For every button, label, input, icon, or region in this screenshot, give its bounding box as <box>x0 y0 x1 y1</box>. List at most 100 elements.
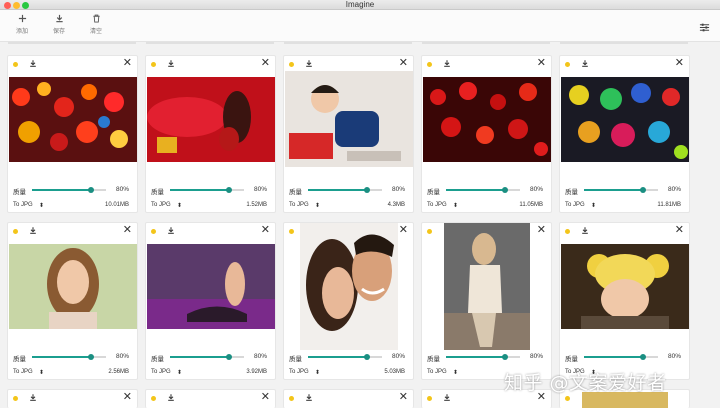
download-icon[interactable] <box>167 393 175 402</box>
settings-button[interactable] <box>699 20 710 38</box>
status-dot <box>565 62 570 67</box>
select-arrow-icon[interactable]: ⬍ <box>177 369 182 376</box>
select-arrow-icon[interactable]: ⬍ <box>177 202 182 209</box>
download-icon[interactable] <box>581 226 589 235</box>
select-arrow-icon[interactable]: ⬍ <box>315 202 320 209</box>
download-icon[interactable] <box>443 393 451 402</box>
image-card[interactable]: ✕ 质量 80% To JPG ⬍ 4.3MB <box>283 55 414 213</box>
download-icon[interactable] <box>29 59 37 68</box>
quality-slider[interactable] <box>308 186 382 193</box>
format-select[interactable]: To JPG <box>565 202 585 208</box>
slider-knob[interactable] <box>88 186 95 193</box>
quality-label: 质量 <box>289 189 302 196</box>
format-select[interactable]: To JPG <box>151 202 171 208</box>
close-icon[interactable]: ✕ <box>123 391 132 403</box>
close-icon[interactable]: ✕ <box>261 224 270 236</box>
quality-slider[interactable] <box>32 186 106 193</box>
download-icon[interactable] <box>167 59 175 68</box>
quality-slider[interactable] <box>170 186 244 193</box>
quality-label: 质量 <box>151 356 164 363</box>
close-icon[interactable]: ✕ <box>537 224 546 236</box>
quality-value: 80% <box>667 186 681 193</box>
format-select[interactable]: To JPG <box>13 202 33 208</box>
format-select[interactable]: To JPG <box>13 369 33 375</box>
select-arrow-icon[interactable]: ⬍ <box>453 369 458 376</box>
quality-value: 80% <box>529 186 543 193</box>
image-card[interactable]: ✕ <box>7 389 138 408</box>
slider-knob[interactable] <box>502 353 509 360</box>
image-card[interactable]: ✕ 质量 80% To JPG ⬍ 2.56MB <box>7 222 138 380</box>
close-icon[interactable]: ✕ <box>123 57 132 69</box>
select-arrow-icon[interactable]: ⬍ <box>39 369 44 376</box>
image-card[interactable]: ✕ 质量 80% To JPG ⬍ <box>559 222 690 380</box>
image-card[interactable]: ✕ <box>283 389 414 408</box>
quality-value: 80% <box>391 353 405 360</box>
select-arrow-icon[interactable]: ⬍ <box>453 202 458 209</box>
download-icon[interactable] <box>305 59 313 68</box>
image-card[interactable]: ✕ 质量 80% To JPG ⬍ <box>421 222 552 380</box>
add-button[interactable]: 添加 <box>8 14 36 35</box>
download-icon[interactable] <box>305 393 313 402</box>
close-icon[interactable]: ✕ <box>261 391 270 403</box>
image-card[interactable]: ✕ 质量 80% To JPG ⬍ 1.52MB <box>145 55 276 213</box>
download-icon[interactable] <box>29 393 37 402</box>
quality-slider[interactable] <box>32 353 106 360</box>
image-thumbnail <box>9 244 137 329</box>
quality-label: 质量 <box>427 189 440 196</box>
status-dot <box>427 396 432 401</box>
save-button[interactable]: 保存 <box>45 14 73 35</box>
format-select[interactable]: To JPG <box>427 202 447 208</box>
format-select[interactable]: To JPG <box>151 369 171 375</box>
close-icon[interactable]: ✕ <box>399 224 408 236</box>
close-icon[interactable]: ✕ <box>399 57 408 69</box>
slider-knob[interactable] <box>226 353 233 360</box>
select-arrow-icon[interactable]: ⬍ <box>591 202 596 209</box>
quality-slider[interactable] <box>584 353 658 360</box>
slider-knob[interactable] <box>640 353 647 360</box>
slider-knob[interactable] <box>364 186 371 193</box>
download-icon[interactable] <box>29 226 37 235</box>
close-icon[interactable]: ✕ <box>399 391 408 403</box>
slider-knob[interactable] <box>364 353 371 360</box>
download-icon[interactable] <box>167 226 175 235</box>
image-card[interactable]: ✕ 质量 80% To JPG ⬍ 11.81MB <box>559 55 690 213</box>
close-icon[interactable]: ✕ <box>537 57 546 69</box>
close-icon[interactable]: ✕ <box>675 57 684 69</box>
image-card[interactable]: ✕ 质量 80% To JPG ⬍ 10.01MB <box>7 55 138 213</box>
slider-knob[interactable] <box>640 186 647 193</box>
format-select[interactable]: To JPG <box>427 369 447 375</box>
image-thumbnail <box>9 77 137 162</box>
quality-slider[interactable] <box>308 353 382 360</box>
quality-slider[interactable] <box>446 353 520 360</box>
quality-value: 80% <box>253 353 267 360</box>
image-thumbnail <box>300 223 398 350</box>
quality-slider[interactable] <box>446 186 520 193</box>
close-icon[interactable]: ✕ <box>261 57 270 69</box>
image-thumbnail <box>561 244 689 329</box>
quality-slider[interactable] <box>170 353 244 360</box>
close-icon[interactable]: ✕ <box>675 224 684 236</box>
select-arrow-icon[interactable]: ⬍ <box>39 202 44 209</box>
quality-label: 质量 <box>565 356 578 363</box>
slider-knob[interactable] <box>88 353 95 360</box>
image-card[interactable]: ✕ 质量 80% To JPG ⬍ 5.03MB <box>283 222 414 380</box>
download-icon[interactable] <box>443 59 451 68</box>
image-thumbnail <box>423 77 551 162</box>
image-card[interactable]: ✕ 质量 80% To JPG ⬍ 11.05MB <box>421 55 552 213</box>
image-card[interactable]: ✕ <box>145 389 276 408</box>
format-select[interactable]: To JPG <box>289 369 309 375</box>
clear-button[interactable]: 清空 <box>82 14 110 35</box>
file-size: 3.92MB <box>246 369 267 375</box>
select-arrow-icon[interactable]: ⬍ <box>315 369 320 376</box>
quality-value: 80% <box>253 186 267 193</box>
image-thumbnail <box>147 244 275 329</box>
status-dot <box>151 396 156 401</box>
download-icon[interactable] <box>581 59 589 68</box>
close-icon[interactable]: ✕ <box>123 224 132 236</box>
format-select[interactable]: To JPG <box>289 202 309 208</box>
slider-knob[interactable] <box>226 186 233 193</box>
quality-slider[interactable] <box>584 186 658 193</box>
image-card[interactable]: ✕ 质量 80% To JPG ⬍ 3.92MB <box>145 222 276 380</box>
slider-knob[interactable] <box>502 186 509 193</box>
watermark-text: 知乎 @文案爱好者 <box>504 372 667 394</box>
